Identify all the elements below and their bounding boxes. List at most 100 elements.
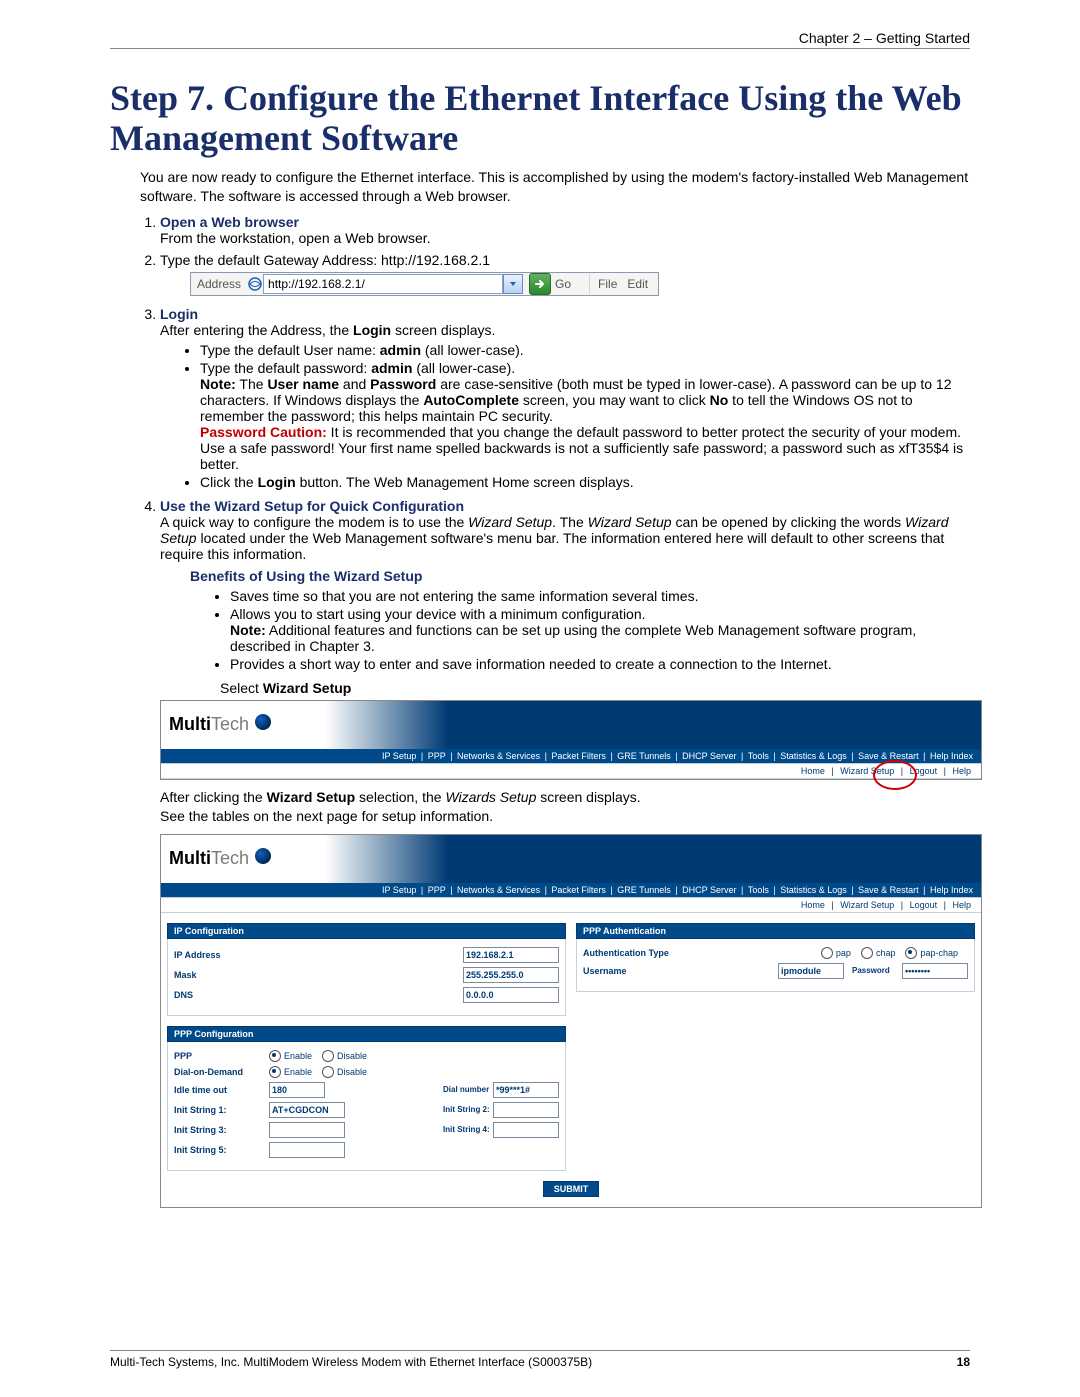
ip-address-label: IP Address — [174, 950, 269, 960]
init-string-1-input[interactable] — [269, 1102, 345, 1118]
ppp-enable-radio[interactable] — [269, 1050, 281, 1062]
w-menu-packet-filters[interactable]: Packet Filters — [551, 885, 606, 895]
ie-icon — [247, 276, 263, 292]
address-label: Address — [191, 277, 247, 291]
page-title: Step 7. Configure the Ethernet Interface… — [110, 79, 970, 158]
go-label: Go — [555, 277, 571, 291]
username-input[interactable] — [778, 963, 844, 979]
submenu-home[interactable]: Home — [801, 766, 825, 776]
menu-help-index[interactable]: Help Index — [930, 751, 973, 761]
menu-save-restart[interactable]: Save & Restart — [858, 751, 919, 761]
ppp-disable-radio[interactable] — [322, 1050, 334, 1062]
menu-statistics[interactable]: Statistics & Logs — [780, 751, 847, 761]
webui-main-menu: IP Setup | PPP | Networks & Services | P… — [161, 749, 981, 764]
address-dropdown[interactable] — [503, 274, 523, 294]
w-menu-networks[interactable]: Networks & Services — [457, 885, 540, 895]
idle-timeout-input[interactable] — [269, 1082, 325, 1098]
webui-submenu: Home | Wizard Setup | Logout | Help — [161, 764, 981, 779]
multitech-logo: MultiTech — [169, 714, 271, 735]
w-submenu-logout[interactable]: Logout — [910, 900, 938, 910]
benefits-heading: Benefits of Using the Wizard Setup — [190, 568, 970, 584]
step-4: Use the Wizard Setup for Quick Configura… — [160, 498, 970, 1208]
webui-menubar-screenshot: MultiTech IP Setup | PPP | Networks & Se… — [160, 700, 982, 780]
init-string-4-input[interactable] — [493, 1122, 559, 1138]
menu-networks[interactable]: Networks & Services — [457, 751, 540, 761]
menu-tools[interactable]: Tools — [748, 751, 769, 761]
wizard-setup-screenshot: MultiTech IP Setup | PPP | Networks & Se… — [160, 834, 982, 1208]
menu-edit[interactable]: Edit — [627, 277, 648, 291]
init-string-3-input[interactable] — [269, 1122, 345, 1138]
init-string-2-label: Init String 2: — [443, 1105, 493, 1114]
dod-label: Dial-on-Demand — [174, 1067, 269, 1077]
wizard-top-banner: MultiTech — [161, 835, 981, 883]
username-label: Username — [583, 966, 653, 976]
w-menu-ppp[interactable]: PPP — [428, 885, 446, 895]
dns-input[interactable] — [463, 987, 559, 1003]
auth-papchap-radio[interactable] — [905, 947, 917, 959]
ppp-config-header: PPP Configuration — [167, 1026, 566, 1042]
address-input[interactable] — [263, 274, 503, 294]
submit-button[interactable]: SUBMIT — [543, 1181, 600, 1197]
w-submenu-wizard[interactable]: Wizard Setup — [840, 900, 894, 910]
w-menu-stats[interactable]: Statistics & Logs — [780, 885, 847, 895]
init-string-1-label: Init String 1: — [174, 1105, 269, 1115]
auth-chap-radio[interactable] — [861, 947, 873, 959]
submenu-help[interactable]: Help — [952, 766, 971, 776]
init-string-4-label: Init String 4: — [443, 1125, 493, 1134]
bullet-username: Type the default User name: admin (all l… — [200, 342, 970, 358]
menu-ppp[interactable]: PPP — [428, 751, 446, 761]
wizard-submenu: Home | Wizard Setup | Logout | Help — [161, 898, 981, 913]
auth-type-label: Authentication Type — [583, 948, 693, 958]
menu-file[interactable]: File — [598, 277, 617, 291]
ppp-auth-header: PPP Authentication — [576, 923, 975, 939]
step-2: Type the default Gateway Address: http:/… — [160, 252, 970, 300]
menu-ip-setup[interactable]: IP Setup — [382, 751, 416, 761]
ip-config-header: IP Configuration — [167, 923, 566, 939]
init-string-2-input[interactable] — [493, 1102, 559, 1118]
dial-number-input[interactable] — [493, 1082, 559, 1098]
multitech-logo-2: MultiTech — [169, 848, 271, 869]
w-menu-tools[interactable]: Tools — [748, 885, 769, 895]
bullet-login: Click the Login button. The Web Manageme… — [200, 474, 970, 490]
dod-enable-radio[interactable] — [269, 1066, 281, 1078]
step-2-text: Type the default Gateway Address: http:/… — [160, 252, 490, 268]
benefit-3: Provides a short way to enter and save i… — [230, 656, 970, 672]
w-menu-gre[interactable]: GRE Tunnels — [617, 885, 671, 895]
step-4-paragraph: A quick way to configure the modem is to… — [160, 514, 948, 562]
step-3-heading: Login — [160, 306, 198, 322]
w-menu-ip-setup[interactable]: IP Setup — [382, 885, 416, 895]
bullet-password: Type the default password: admin (all lo… — [200, 360, 970, 472]
w-menu-save[interactable]: Save & Restart — [858, 885, 919, 895]
menu-packet-filters[interactable]: Packet Filters — [551, 751, 606, 761]
dial-number-label: Dial number — [443, 1085, 493, 1094]
select-wizard-line: Select Wizard Setup — [220, 680, 970, 696]
w-menu-help-index[interactable]: Help Index — [930, 885, 973, 895]
benefit-2: Allows you to start using your device wi… — [230, 606, 970, 654]
red-circle-annotation — [873, 760, 917, 790]
footer-page-number: 18 — [957, 1355, 970, 1369]
ip-address-input[interactable] — [463, 947, 559, 963]
intro-paragraph: You are now ready to configure the Ether… — [140, 168, 970, 206]
go-button[interactable] — [529, 273, 551, 295]
step-3-text: After entering the Address, the Login sc… — [160, 322, 495, 338]
init-string-5-input[interactable] — [269, 1142, 345, 1158]
separator — [589, 274, 590, 294]
step-1: Open a Web browser From the workstation,… — [160, 214, 970, 246]
step-1-heading: Open a Web browser — [160, 214, 299, 230]
wizard-main-menu: IP Setup | PPP | Networks & Services | P… — [161, 883, 981, 898]
dod-disable-radio[interactable] — [322, 1066, 334, 1078]
page-header: Chapter 2 – Getting Started — [110, 30, 970, 49]
w-submenu-home[interactable]: Home — [801, 900, 825, 910]
w-submenu-help[interactable]: Help — [952, 900, 971, 910]
w-menu-dhcp[interactable]: DHCP Server — [682, 885, 736, 895]
auth-pap-radio[interactable] — [821, 947, 833, 959]
password-label: Password — [852, 966, 902, 975]
menu-gre-tunnels[interactable]: GRE Tunnels — [617, 751, 671, 761]
after-click-paragraph: After clicking the Wizard Setup selectio… — [160, 788, 970, 826]
page-footer: Multi-Tech Systems, Inc. MultiModem Wire… — [110, 1350, 970, 1369]
mask-input[interactable] — [463, 967, 559, 983]
password-caution: Password Caution: It is recommended that… — [200, 424, 970, 472]
password-input[interactable] — [902, 963, 968, 979]
idle-timeout-label: Idle time out — [174, 1085, 269, 1095]
menu-dhcp-server[interactable]: DHCP Server — [682, 751, 736, 761]
